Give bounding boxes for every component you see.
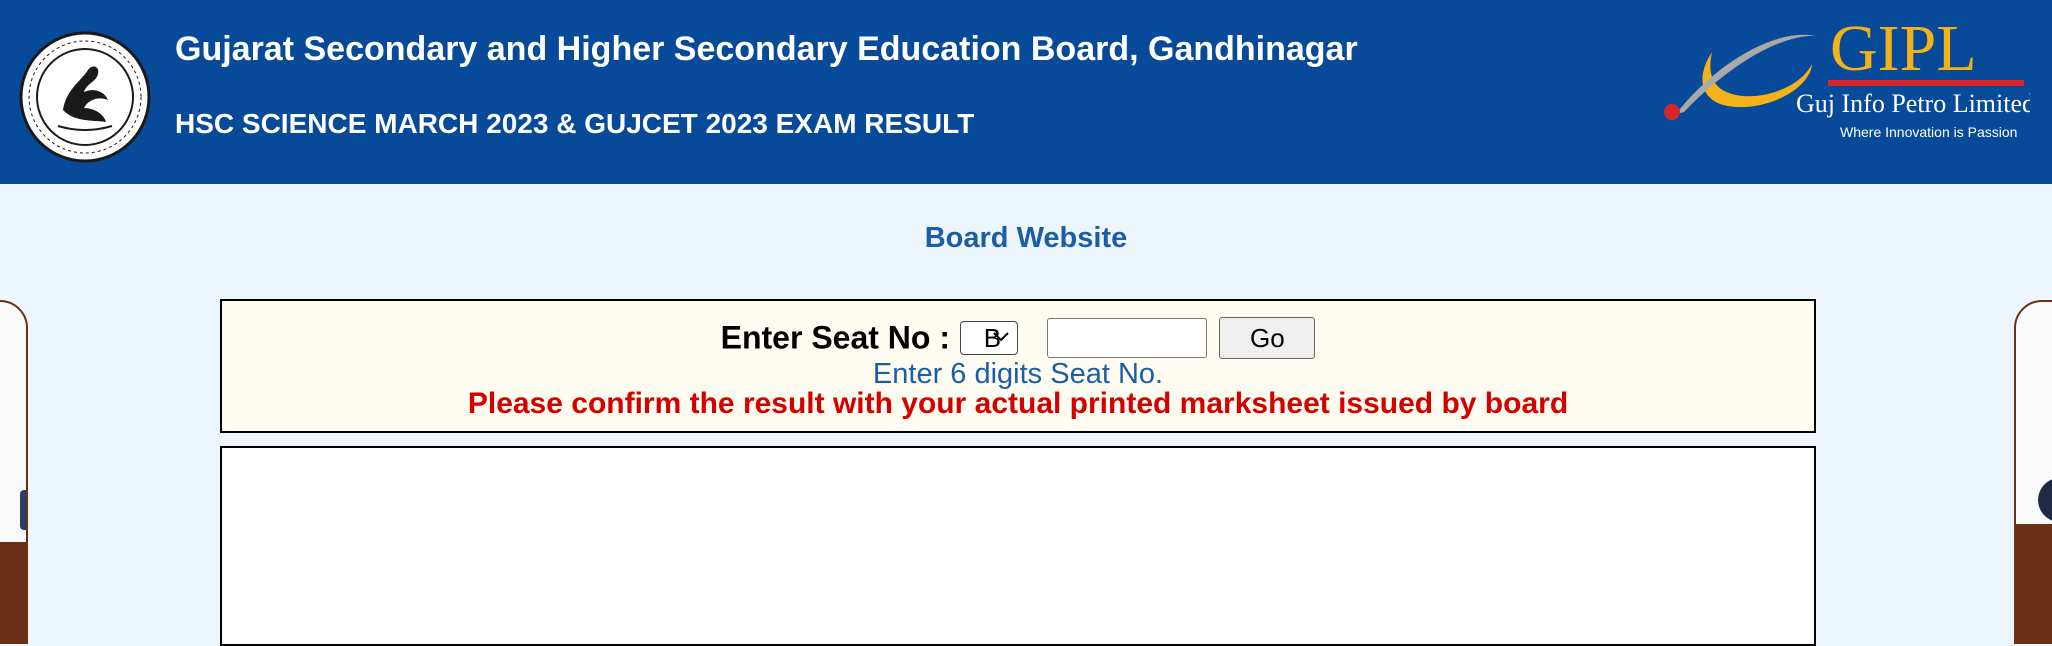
gipl-logo: GIPL Guj Info Petro Limited Where Innova… xyxy=(1664,12,2030,140)
gipl-name-text: Guj Info Petro Limited xyxy=(1796,89,2030,118)
series-select[interactable]: B xyxy=(960,321,1019,355)
confirm-warning: Please confirm the result with your actu… xyxy=(467,387,1569,420)
exam-subtitle: HSC SCIENCE MARCH 2023 & GUJCET 2023 EXA… xyxy=(175,108,975,139)
gipl-tagline-text: Where Innovation is Passion xyxy=(1840,124,2017,140)
page-title: Gujarat Secondary and Higher Secondary E… xyxy=(175,30,1358,68)
chevron-down-icon xyxy=(993,332,1010,342)
seat-label: Enter Seat No : xyxy=(720,319,950,356)
go-button[interactable]: Go xyxy=(1219,317,1316,359)
seat-form: Enter Seat No : B Go Enter 6 digits Seat… xyxy=(220,299,1816,433)
result-panel xyxy=(220,446,1816,646)
gipl-brand-text: GIPL xyxy=(1830,12,1977,85)
seat-row: Enter Seat No : B Go xyxy=(222,317,1814,361)
seat-number-input[interactable] xyxy=(1046,318,1207,358)
left-side-photo xyxy=(0,300,28,644)
board-seal-icon xyxy=(19,31,151,163)
right-side-photo xyxy=(2014,300,2052,644)
board-website-link[interactable]: Board Website xyxy=(0,222,2052,255)
header-bar: Gujarat Secondary and Higher Secondary E… xyxy=(0,0,2052,184)
